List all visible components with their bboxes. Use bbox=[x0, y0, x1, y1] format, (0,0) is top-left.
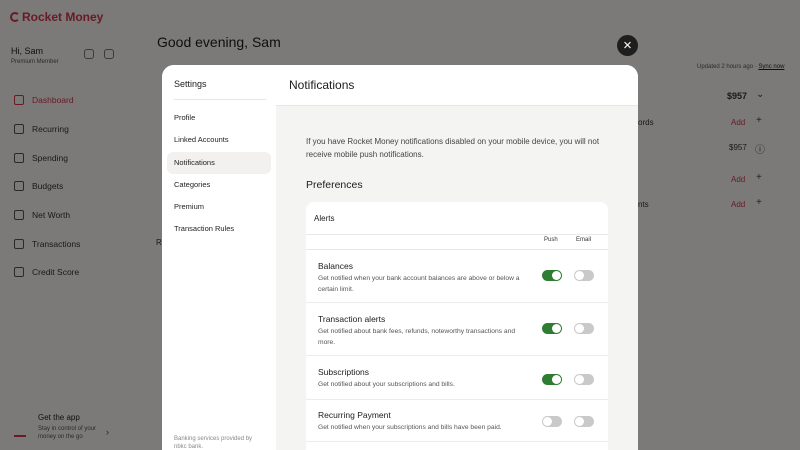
divider bbox=[174, 99, 266, 100]
panel-title: Notifications bbox=[289, 78, 355, 92]
recurring-payment-push-toggle[interactable] bbox=[542, 416, 562, 427]
divider bbox=[306, 234, 608, 235]
settings-item-categories[interactable]: Categories bbox=[167, 174, 271, 196]
toggle-knob bbox=[552, 324, 561, 333]
alert-row-transaction-alerts: Transaction alerts Get notified about ba… bbox=[306, 303, 608, 356]
subscriptions-email-toggle[interactable] bbox=[574, 374, 594, 385]
toggle-knob bbox=[575, 324, 584, 333]
recurring-payment-email-toggle[interactable] bbox=[574, 416, 594, 427]
alert-desc: Get notified about bank fees, refunds, n… bbox=[318, 328, 516, 346]
toggle-knob bbox=[552, 375, 561, 384]
toggle-knob bbox=[575, 417, 584, 426]
notifications-info: If you have Rocket Money notifications d… bbox=[306, 137, 600, 159]
alert-desc: Get notified about your subscriptions an… bbox=[318, 381, 455, 388]
settings-sidebar: Settings Profile Linked Accounts Notific… bbox=[162, 65, 276, 450]
alert-desc: Get notified when your bank account bala… bbox=[318, 275, 520, 293]
preferences-heading: Preferences bbox=[306, 179, 363, 191]
panel-header: Notifications bbox=[276, 65, 638, 106]
settings-title: Settings bbox=[174, 79, 207, 89]
settings-menu: Profile Linked Accounts Notifications Ca… bbox=[167, 107, 271, 241]
toggle-knob bbox=[575, 375, 584, 384]
settings-item-premium[interactable]: Premium bbox=[167, 196, 271, 218]
settings-item-notifications[interactable]: Notifications bbox=[167, 151, 271, 174]
settings-item-profile[interactable]: Profile bbox=[167, 107, 271, 129]
transaction-alerts-push-toggle[interactable] bbox=[542, 323, 562, 334]
transaction-alerts-email-toggle[interactable] bbox=[574, 323, 594, 334]
push-column-header: Push bbox=[544, 237, 558, 243]
subscriptions-push-toggle[interactable] bbox=[542, 374, 562, 385]
toggle-knob bbox=[543, 417, 552, 426]
alerts-card: Alerts Push Email Balances Get notified … bbox=[306, 202, 608, 450]
notifications-panel: Notifications If you have Rocket Money n… bbox=[276, 65, 638, 450]
settings-item-linked-accounts[interactable]: Linked Accounts bbox=[167, 129, 271, 151]
email-column-header: Email bbox=[576, 237, 592, 243]
alert-row-recurring-payment: Recurring Payment Get notified when your… bbox=[306, 400, 608, 442]
alerts-title: Alerts bbox=[314, 214, 335, 223]
toggle-knob bbox=[575, 271, 584, 280]
toggle-knob bbox=[552, 271, 561, 280]
settings-item-transaction-rules[interactable]: Transaction Rules bbox=[167, 218, 271, 240]
close-button[interactable]: × bbox=[617, 35, 638, 56]
alert-title: Transaction alerts bbox=[318, 314, 386, 324]
balances-email-toggle[interactable] bbox=[574, 270, 594, 281]
alert-title: Subscriptions bbox=[318, 367, 370, 377]
settings-modal: Settings Profile Linked Accounts Notific… bbox=[162, 65, 638, 450]
alert-title: Recurring Payment bbox=[318, 410, 391, 420]
alert-desc: Get notified when your subscriptions and… bbox=[318, 424, 502, 431]
alert-row-subscriptions: Subscriptions Get notified about your su… bbox=[306, 356, 608, 400]
alert-title: Balances bbox=[318, 261, 353, 271]
alert-row-balances: Balances Get notified when your bank acc… bbox=[306, 250, 608, 303]
banking-disclaimer: Banking services provided by nbkc bank. bbox=[174, 436, 253, 450]
balances-push-toggle[interactable] bbox=[542, 270, 562, 281]
